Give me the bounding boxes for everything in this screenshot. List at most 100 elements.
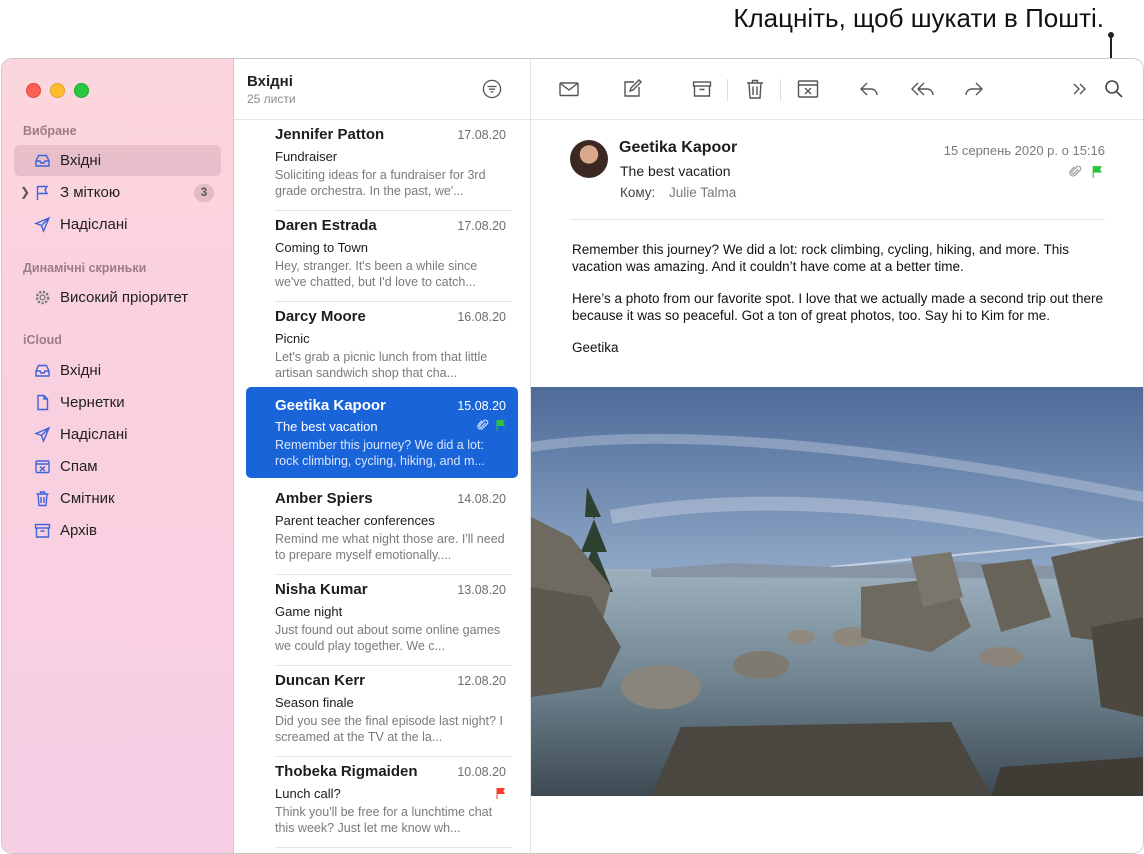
sidebar-item-label: З міткою [60, 184, 121, 201]
message-subject: Coming to Town [275, 240, 368, 255]
divider [275, 847, 512, 848]
message-date: 15.08.20 [457, 399, 506, 413]
forward-icon[interactable] [962, 77, 986, 101]
message-preview: Just found out about some online games w… [275, 623, 501, 653]
body-paragraph: Remember this journey? We did a lot: roc… [572, 242, 1069, 274]
list-item[interactable]: Amber Spiers 14.08.20 Parent teacher con… [246, 484, 518, 575]
flag-icon [496, 788, 505, 799]
trash-icon [36, 491, 49, 507]
reply-icon[interactable] [857, 77, 881, 101]
gear-icon [35, 290, 50, 305]
sidebar-item-high-priority[interactable]: Високий пріоритет [14, 282, 221, 313]
inbox-icon [35, 364, 50, 377]
list-item[interactable]: Nisha Kumar 13.08.20 Game night Just fou… [246, 575, 518, 666]
unread-badge: 3 [194, 184, 214, 202]
list-item[interactable]: Duncan Kerr 12.08.20 Season finale Did y… [246, 666, 518, 757]
archive-icon [34, 523, 51, 538]
archive-icon[interactable] [690, 77, 714, 101]
message-date: 13.08.20 [457, 583, 506, 597]
trash-icon[interactable] [743, 77, 767, 101]
message-list-header: Вхідні 25 листи [234, 59, 530, 120]
flag-icon [1092, 166, 1102, 178]
message-preview: Remember this journey? We did a lot: roc… [275, 438, 485, 468]
sidebar-item-trash[interactable]: Смітник [14, 483, 221, 514]
get-mail-icon[interactable] [557, 77, 581, 101]
message-subject: Parent teacher conferences [275, 513, 435, 528]
close-window-button[interactable] [26, 83, 41, 98]
section-smart-mailboxes[interactable]: Динамічні скриньки [23, 261, 146, 275]
body-paragraph: Here’s a photo from our favorite spot. I… [572, 291, 1104, 323]
message-date: 17.08.20 [457, 219, 506, 233]
sidebar-item-archive[interactable]: Архів [14, 515, 221, 546]
junk-icon[interactable] [796, 77, 820, 101]
filter-icon[interactable] [482, 79, 502, 99]
search-icon[interactable] [1102, 77, 1126, 101]
message-flags [477, 419, 506, 431]
message-sender: Duncan Kerr [275, 672, 366, 689]
message-subject: The best vacation [275, 419, 378, 434]
message-preview: Soliciting ideas for a fundraiser for 3r… [275, 168, 486, 198]
message-subject: Fundraiser [275, 149, 338, 164]
sent-icon [34, 426, 51, 443]
compose-icon[interactable] [620, 77, 644, 101]
sidebar-item-label: Смітник [60, 490, 115, 507]
message-sender: Daren Estrada [275, 217, 377, 234]
chevron-right-icon[interactable]: ❯ [20, 185, 30, 199]
recipient-label: Кому: [620, 185, 656, 200]
list-item[interactable]: Daren Estrada 17.08.20 Coming to Town He… [246, 211, 518, 302]
avatar [570, 140, 608, 178]
header-divider [570, 219, 1105, 220]
sidebar-item-icloud-inbox[interactable]: Вхідні [14, 355, 221, 386]
junk-icon [35, 460, 50, 474]
sidebar-item-label: Надіслані [60, 216, 128, 233]
message-sender: Nisha Kumar [275, 581, 368, 598]
sidebar-item-flagged[interactable]: ❯ З міткою 3 [14, 177, 221, 208]
draft-icon [37, 394, 49, 411]
list-item[interactable]: Thobeka Rigmaiden 10.08.20 Lunch call? T… [246, 757, 518, 848]
header-flags [1069, 165, 1103, 178]
sidebar-item-inbox-favorite[interactable]: Вхідні [14, 145, 221, 176]
sidebar-item-label: Високий пріоритет [60, 289, 189, 306]
message-sender: Jennifer Patton [275, 126, 385, 143]
list-item-selected[interactable]: Geetika Kapoor 15.08.20 The best vacatio… [246, 387, 518, 478]
chevron-double-right-icon[interactable] [1067, 77, 1091, 101]
message-preview: Let's grab a picnic lunch from that litt… [275, 350, 488, 380]
flag-icon [496, 420, 505, 431]
minimize-window-button[interactable] [50, 83, 65, 98]
sender-name: Geetika Kapoor [619, 139, 738, 156]
message-date: 17.08.20 [457, 128, 506, 142]
attached-photo[interactable] [531, 387, 1144, 796]
list-item[interactable]: Darcy Moore 16.08.20 Picnic Let's grab a… [246, 302, 518, 393]
message-subject: Picnic [275, 331, 310, 346]
mail-window: Вибране Вхідні ❯ З міткою 3 Надіслані Ди… [1, 58, 1144, 854]
toolbar-divider [780, 79, 781, 101]
sidebar-item-label: Вхідні [60, 152, 102, 169]
section-icloud[interactable]: iCloud [23, 333, 62, 347]
section-favorites[interactable]: Вибране [23, 124, 77, 138]
body-signature: Geetika [572, 340, 619, 355]
message-count: 25 листи [247, 92, 296, 106]
message-preview: Did you see the final episode last night… [275, 714, 503, 744]
sidebar-item-junk[interactable]: Спам [14, 451, 221, 482]
recipient-name[interactable]: Julie Talma [669, 185, 736, 200]
message-preview: Remind me what night those are. I'll nee… [275, 532, 505, 562]
message-date: 12.08.20 [457, 674, 506, 688]
message-list: Вхідні 25 листи Jennifer Patton 17.08.20… [234, 59, 531, 853]
search-callout: Клацніть, щоб шукати в Пошті. [733, 3, 1104, 33]
sidebar-item-sent-favorite[interactable]: Надіслані [14, 209, 221, 240]
list-item[interactable]: Jennifer Patton 17.08.20 Fundraiser Soli… [246, 120, 518, 211]
fullscreen-window-button[interactable] [74, 83, 89, 98]
message-preview: Think you'll be free for a lunchtime cha… [275, 805, 493, 835]
message-sender: Geetika Kapoor [275, 397, 386, 414]
reply-all-icon[interactable] [909, 77, 937, 101]
sidebar-item-label: Вхідні [60, 362, 102, 379]
message-body: Remember this journey? We did a lot: roc… [572, 241, 1112, 371]
message-subject: Lunch call? [275, 786, 341, 801]
message-sender: Amber Spiers [275, 490, 373, 507]
sidebar-item-label: Надіслані [60, 426, 128, 443]
window-controls [26, 83, 89, 98]
message-subject: Game night [275, 604, 343, 619]
sidebar-item-drafts[interactable]: Чернетки [14, 387, 221, 418]
sidebar-item-icloud-sent[interactable]: Надіслані [14, 419, 221, 450]
message-sender: Darcy Moore [275, 308, 366, 325]
